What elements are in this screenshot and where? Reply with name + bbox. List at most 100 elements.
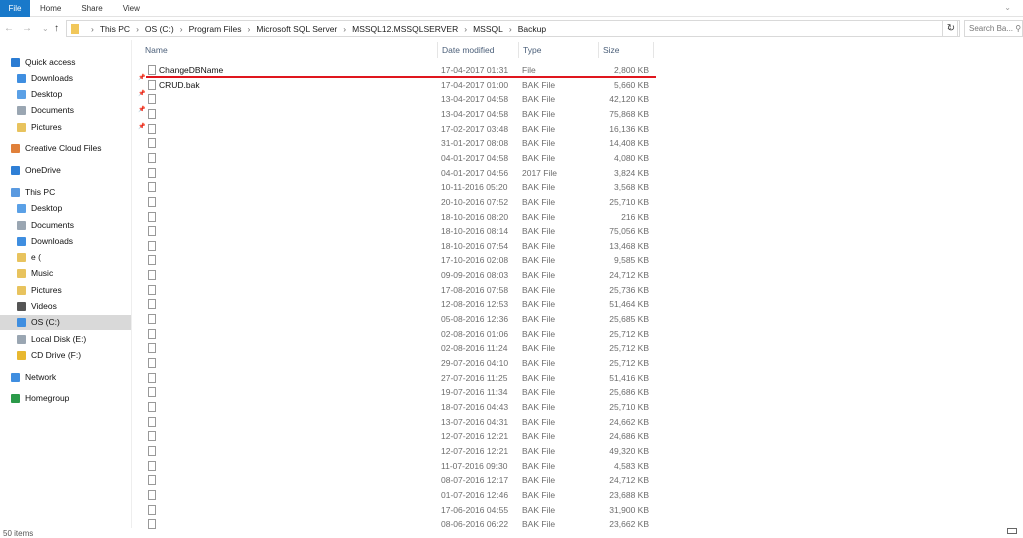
sidebar-item[interactable]: Homegroup — [11, 391, 69, 406]
breadcrumb-separator-icon[interactable]: › — [343, 24, 346, 34]
file-row[interactable]: 10-11-2016 05:20 BAK File 3,568 KB — [143, 180, 655, 195]
file-row[interactable]: 17-06-2016 04:55 BAK File 31,900 KB — [143, 503, 655, 518]
sidebar-item[interactable]: Documents 📌 — [17, 103, 145, 118]
sidebar-item[interactable]: Music — [17, 266, 53, 281]
breadcrumb-item[interactable]: Microsoft SQL Server — [256, 24, 337, 34]
breadcrumb-separator-icon[interactable]: › — [136, 24, 139, 34]
file-row[interactable]: 04-01-2017 04:58 BAK File 4,080 KB — [143, 151, 655, 166]
tab-view[interactable]: View — [113, 0, 150, 17]
file-row[interactable]: 18-10-2016 07:54 BAK File 13,468 KB — [143, 239, 655, 254]
file-row[interactable]: 18-10-2016 08:14 BAK File 75,056 KB — [143, 224, 655, 239]
file-row[interactable]: 18-10-2016 08:20 BAK File 216 KB — [143, 210, 655, 225]
file-size: 75,056 KB — [609, 226, 649, 237]
file-row[interactable]: 12-07-2016 12:21 BAK File 24,686 KB — [143, 429, 655, 444]
file-type: BAK File — [522, 108, 556, 119]
breadcrumb-item[interactable]: OS (C:) — [145, 24, 174, 34]
expand-ribbon-icon[interactable]: ⌄ — [1004, 3, 1011, 12]
file-row[interactable]: 17-08-2016 07:58 BAK File 25,736 KB — [143, 283, 655, 298]
file-row[interactable]: 17-10-2016 02:08 BAK File 9,585 KB — [143, 253, 655, 268]
address-bar-row: ← → ⌄ ↑ › This PC › OS (C:) › Program Files › M… — [0, 20, 1023, 37]
sidebar-item-icon — [17, 237, 26, 246]
file-row[interactable]: 13-04-2017 04:58 BAK File 42,120 KB — [143, 92, 655, 107]
file-row[interactable]: 08-07-2016 12:17 BAK File 24,712 KB — [143, 473, 655, 488]
file-row[interactable]: 18-07-2016 04:43 BAK File 25,710 KB — [143, 400, 655, 415]
file-row[interactable]: 17-02-2017 03:48 BAK File 16,136 KB — [143, 122, 655, 137]
file-row[interactable]: 01-07-2016 12:46 BAK File 23,688 KB — [143, 488, 655, 503]
breadcrumb-separator-icon[interactable]: › — [180, 24, 183, 34]
search-input[interactable]: Search Ba... ⚲ — [964, 20, 1023, 37]
breadcrumb-item[interactable]: Backup — [518, 24, 546, 34]
file-date: 17-10-2016 02:08 — [441, 255, 509, 266]
file-type: BAK File — [522, 358, 556, 368]
file-row[interactable]: 02-08-2016 01:06 BAK File 25,712 KB — [143, 327, 655, 342]
column-header-size[interactable]: Size — [598, 42, 654, 58]
view-toggle-icon[interactable] — [1007, 528, 1017, 534]
sidebar-item[interactable]: Desktop 📌 — [17, 87, 145, 102]
sidebar-item[interactable]: e ( — [17, 250, 41, 265]
file-row[interactable]: 13-07-2016 04:31 BAK File 24,662 KB — [143, 415, 655, 430]
breadcrumb-separator-icon[interactable]: › — [509, 24, 512, 34]
file-row[interactable]: 13-04-2017 04:58 BAK File 75,868 KB — [143, 107, 655, 122]
file-row[interactable]: 29-07-2016 04:10 BAK File 25,712 KB — [143, 356, 655, 371]
file-row[interactable]: 04-01-2017 04:56 2017 File 3,824 KB — [143, 166, 655, 181]
file-type: BAK File — [522, 401, 556, 412]
file-row[interactable]: 02-08-2016 11:24 BAK File 25,712 KB — [143, 341, 655, 356]
tab-file[interactable]: File — [0, 0, 30, 17]
sidebar-item[interactable]: Downloads — [17, 234, 73, 249]
file-icon — [148, 314, 156, 325]
column-header-name[interactable]: Name — [141, 42, 437, 58]
sidebar-item[interactable]: Documents — [17, 218, 74, 233]
address-input[interactable]: › This PC › OS (C:) › Program Files › Microsoft… — [66, 20, 958, 37]
sidebar-item[interactable]: Pictures — [17, 283, 62, 298]
file-type: 2017 File — [522, 167, 557, 178]
file-row[interactable]: 19-07-2016 11:34 BAK File 25,686 KB — [143, 385, 655, 400]
sidebar-item[interactable]: This PC — [11, 185, 55, 200]
breadcrumb-separator-icon[interactable]: › — [464, 24, 467, 34]
file-row[interactable]: 20-10-2016 07:52 BAK File 25,710 KB — [143, 195, 655, 210]
file-type: BAK File — [522, 519, 556, 530]
file-row[interactable]: 31-01-2017 08:08 BAK File 14,408 KB — [143, 136, 655, 151]
forward-button[interactable]: → — [22, 20, 32, 37]
column-header-date[interactable]: Date modified — [437, 42, 518, 58]
file-row[interactable]: 27-07-2016 11:25 BAK File 51,416 KB — [143, 371, 655, 386]
sidebar-item[interactable]: Videos — [17, 299, 57, 314]
sidebar-item-icon — [17, 286, 26, 295]
file-date: 17-02-2017 03:48 — [441, 123, 509, 134]
recent-dropdown-icon[interactable]: ⌄ — [42, 20, 49, 37]
sidebar-item[interactable]: Quick access — [11, 55, 76, 70]
file-type: BAK File — [522, 196, 556, 207]
sidebar-item[interactable]: Local Disk (E:) — [17, 332, 86, 347]
refresh-button[interactable]: ↻ — [942, 20, 960, 37]
file-row[interactable]: CRUD.bak 17-04-2017 01:00 BAK File 5,660 KB — [143, 78, 655, 93]
file-row[interactable]: 12-07-2016 12:21 BAK File 49,320 KB — [143, 444, 655, 459]
sidebar-item[interactable]: Downloads 📌 — [17, 71, 145, 86]
file-row[interactable]: 11-07-2016 09:30 BAK File 4,583 KB — [143, 459, 655, 474]
sidebar-item[interactable]: Pictures 📌 — [17, 120, 145, 135]
sidebar-item[interactable]: Creative Cloud Files — [11, 141, 102, 156]
tab-home[interactable]: Home — [30, 0, 71, 17]
up-button[interactable]: ↑ — [54, 20, 59, 37]
file-icon — [148, 504, 156, 515]
file-icon — [148, 519, 156, 530]
back-button[interactable]: ← — [4, 20, 14, 37]
tab-share[interactable]: Share — [71, 0, 112, 17]
sidebar-item[interactable]: CD Drive (F:) — [17, 348, 81, 363]
column-header-type[interactable]: Type — [518, 42, 598, 58]
sidebar-item[interactable]: Desktop — [17, 201, 62, 216]
sidebar-item[interactable]: Network — [11, 370, 56, 385]
breadcrumb-item[interactable]: Program Files — [189, 24, 242, 34]
file-size: 31,900 KB — [609, 504, 649, 515]
breadcrumb-item[interactable]: MSSQL — [473, 24, 503, 34]
file-row[interactable]: 08-06-2016 06:22 BAK File 23,662 KB — [143, 517, 655, 532]
pane-divider[interactable] — [131, 40, 132, 528]
file-row[interactable]: 09-09-2016 08:03 BAK File 24,712 KB — [143, 268, 655, 283]
sidebar-item[interactable]: OneDrive — [11, 163, 61, 178]
sidebar-item[interactable]: OS (C:) — [0, 315, 131, 330]
file-row[interactable]: 12-08-2016 12:53 BAK File 51,464 KB — [143, 297, 655, 312]
file-row[interactable]: 05-08-2016 12:36 BAK File 25,685 KB — [143, 312, 655, 327]
breadcrumb-item[interactable]: This PC — [100, 24, 130, 34]
file-size: 9,585 KB — [614, 255, 649, 266]
breadcrumb-separator-icon[interactable]: › — [247, 24, 250, 34]
breadcrumb-item[interactable]: MSSQL12.MSSQLSERVER — [352, 24, 458, 34]
breadcrumb-separator-icon[interactable]: › — [91, 24, 94, 34]
